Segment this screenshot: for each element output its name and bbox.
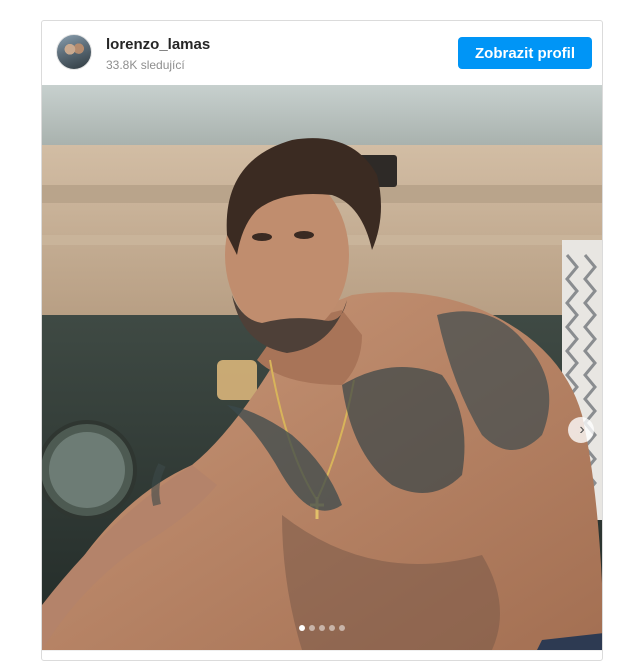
carousel-dot <box>339 625 345 631</box>
view-profile-button[interactable]: Zobrazit profil <box>458 37 592 69</box>
embedded-post-card: lorenzo_lamas 33.8K sledující Zobrazit p… <box>41 20 603 661</box>
username[interactable]: lorenzo_lamas <box>106 36 210 53</box>
carousel-dot <box>329 625 335 631</box>
divider <box>42 650 602 651</box>
next-slide-button[interactable]: › <box>568 417 594 443</box>
carousel-indicator <box>42 625 602 631</box>
post-photo[interactable]: › <box>42 85 602 650</box>
carousel-dot <box>319 625 325 631</box>
post-photo-illustration <box>42 85 602 650</box>
carousel-dot <box>309 625 315 631</box>
avatar[interactable] <box>56 34 92 70</box>
post-header: lorenzo_lamas 33.8K sledující Zobrazit p… <box>42 21 602 85</box>
chevron-right-icon: › <box>579 421 585 438</box>
carousel-dot <box>299 625 305 631</box>
follower-count: 33.8K sledující <box>106 58 185 72</box>
